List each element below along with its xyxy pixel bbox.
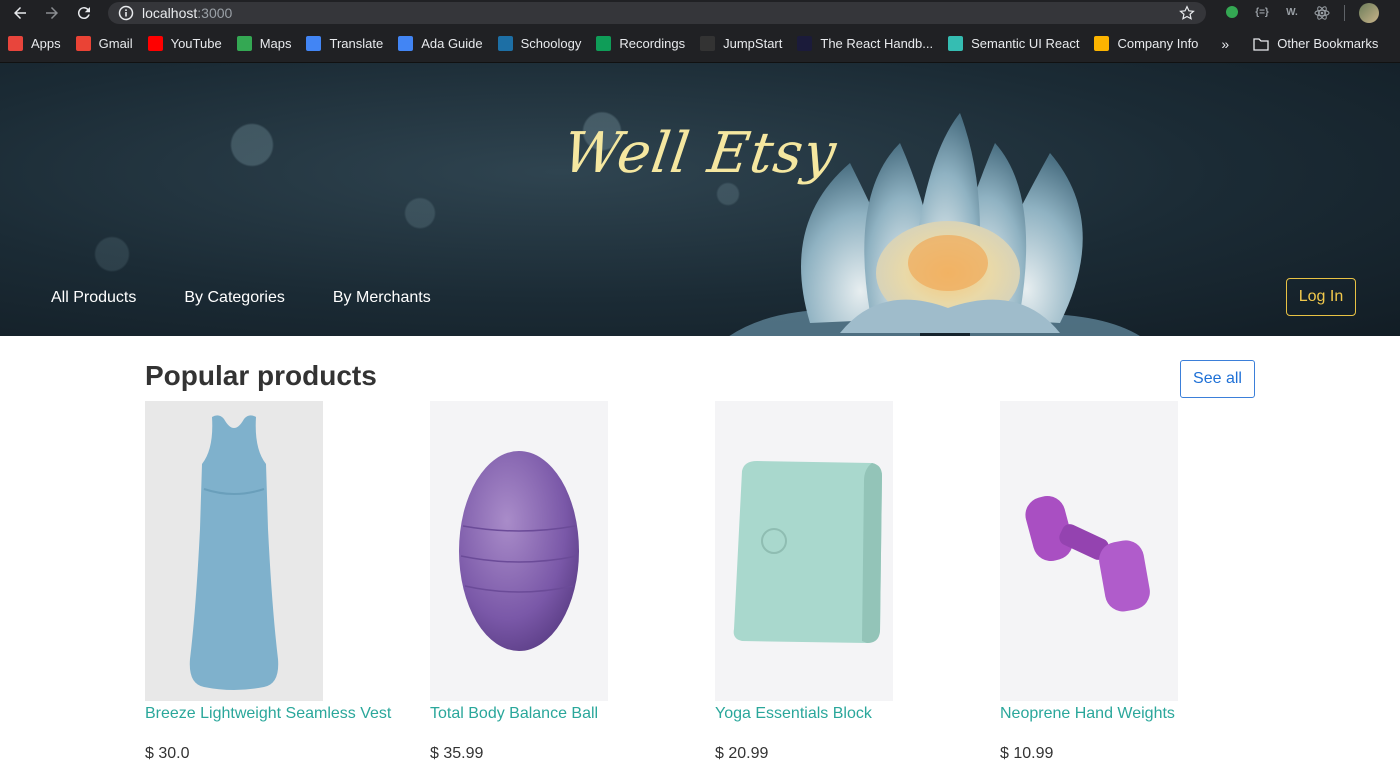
login-button[interactable]: Log In: [1286, 278, 1356, 316]
product-card[interactable]: Neoprene Hand Weights $ 10.99: [1000, 401, 1178, 763]
bookmark-item[interactable]: JumpStart: [700, 36, 782, 51]
brand-logo[interactable]: Well Etsy: [0, 121, 1400, 186]
product-card[interactable]: Yoga Essentials Block $ 20.99: [715, 401, 893, 763]
product-name[interactable]: Yoga Essentials Block: [715, 705, 893, 723]
bookmark-item[interactable]: Ada Guide: [398, 36, 483, 51]
profile-avatar[interactable]: [1359, 2, 1379, 23]
nav-by-categories[interactable]: By Categories: [184, 289, 285, 307]
bookmark-label: Recordings: [619, 36, 686, 51]
product-price: $ 20.99: [715, 745, 769, 762]
vest-image[interactable]: [145, 401, 323, 701]
product-name[interactable]: Total Body Balance Ball: [430, 705, 608, 723]
gmail-icon: [75, 36, 91, 51]
hand-weight-image[interactable]: [1000, 401, 1178, 701]
main-content: Popular products See all Breeze Lightwei…: [0, 336, 1400, 763]
react-devtools-icon[interactable]: [1314, 5, 1330, 21]
bookmark-label: JumpStart: [723, 36, 783, 51]
react-handbook-icon: [797, 36, 813, 51]
see-all-button[interactable]: See all: [1180, 360, 1255, 398]
other-bookmarks-label: Other Bookmarks: [1277, 36, 1379, 51]
product-card[interactable]: Total Body Balance Ball $ 35.99: [430, 401, 608, 763]
bookmark-item[interactable]: Recordings: [596, 36, 685, 51]
bookmark-star-icon[interactable]: [1178, 4, 1196, 22]
extension-w-icon[interactable]: W.: [1284, 5, 1300, 21]
bookmark-label: Schoology: [520, 36, 582, 51]
bookmark-label: Ada Guide: [421, 36, 483, 51]
reload-icon[interactable]: [72, 1, 96, 25]
bookmark-item[interactable]: Apps: [8, 36, 61, 51]
sheet-icon: [596, 36, 612, 51]
bookmarks-bar: Apps Gmail YouTube Maps Translate Ada Guide Sc…: [0, 25, 1400, 63]
semantic-ui-icon: [948, 36, 964, 51]
bookmark-item[interactable]: YouTube: [147, 36, 222, 51]
toolbar-separator: [1344, 4, 1345, 21]
balance-ball-image[interactable]: [430, 401, 608, 701]
translate-icon: [306, 36, 322, 51]
bookmark-item[interactable]: Semantic UI React: [948, 36, 1079, 51]
bookmark-label: Translate: [329, 36, 384, 51]
back-arrow-icon[interactable]: [8, 1, 32, 25]
bookmark-label: Maps: [259, 36, 292, 51]
url-host: localhost: [142, 4, 198, 21]
product-card[interactable]: Breeze Lightweight Seamless Vest $ 30.0: [145, 401, 391, 763]
product-price: $ 30.0: [145, 745, 190, 762]
extension-green-icon[interactable]: [1224, 5, 1240, 21]
bookmark-item[interactable]: The React Handb...: [797, 36, 933, 51]
nav-all-products[interactable]: All Products: [51, 289, 136, 307]
youtube-icon: [147, 36, 163, 51]
main-nav: All Products By Categories By Merchants: [51, 289, 431, 307]
more-bookmarks-button[interactable]: »: [1221, 36, 1229, 52]
bookmark-item[interactable]: Gmail: [75, 36, 133, 51]
yoga-block-image[interactable]: [715, 401, 893, 701]
airtable-icon: [1094, 36, 1110, 51]
bookmark-label: The React Handb...: [820, 36, 934, 51]
forward-arrow-icon[interactable]: [40, 1, 64, 25]
bookmark-item[interactable]: Translate: [306, 36, 383, 51]
bookmark-item[interactable]: Company Info: [1094, 36, 1198, 51]
hero-banner: Well Etsy All Products By Categories By …: [0, 63, 1400, 336]
bookmark-label: Company Info: [1117, 36, 1199, 51]
folder-icon: [1253, 37, 1269, 51]
product-name[interactable]: Neoprene Hand Weights: [1000, 705, 1178, 723]
product-price: $ 10.99: [1000, 745, 1054, 762]
product-name[interactable]: Breeze Lightweight Seamless Vest: [145, 705, 391, 723]
bookmark-item[interactable]: Maps: [236, 36, 292, 51]
bookmark-label: Apps: [31, 36, 61, 51]
nav-by-merchants[interactable]: By Merchants: [333, 289, 431, 307]
bookmark-label: Gmail: [98, 36, 133, 51]
bookmark-label: YouTube: [170, 36, 222, 51]
address-bar[interactable]: localhost:3000: [108, 1, 1206, 24]
product-list: Breeze Lightweight Seamless Vest $ 30.0 …: [145, 401, 1255, 763]
section-header: Popular products See all: [145, 336, 1255, 401]
apps-grid-icon: [8, 36, 23, 51]
maps-pin-icon: [236, 36, 252, 51]
url-port: :3000: [197, 4, 233, 21]
schoology-icon: [497, 36, 513, 51]
bookmark-item[interactable]: Schoology: [497, 36, 582, 51]
section-title: Popular products: [145, 360, 377, 391]
github-icon: [700, 36, 716, 51]
site-info-icon[interactable]: [118, 5, 134, 21]
product-price: $ 35.99: [430, 745, 484, 762]
bookmark-label: Semantic UI React: [971, 36, 1080, 51]
browser-toolbar: localhost:3000 {=} W.: [0, 0, 1400, 25]
extension-braces-icon[interactable]: {=}: [1254, 5, 1270, 21]
doc-icon: [398, 36, 414, 51]
other-bookmarks-folder[interactable]: Other Bookmarks: [1253, 36, 1378, 51]
